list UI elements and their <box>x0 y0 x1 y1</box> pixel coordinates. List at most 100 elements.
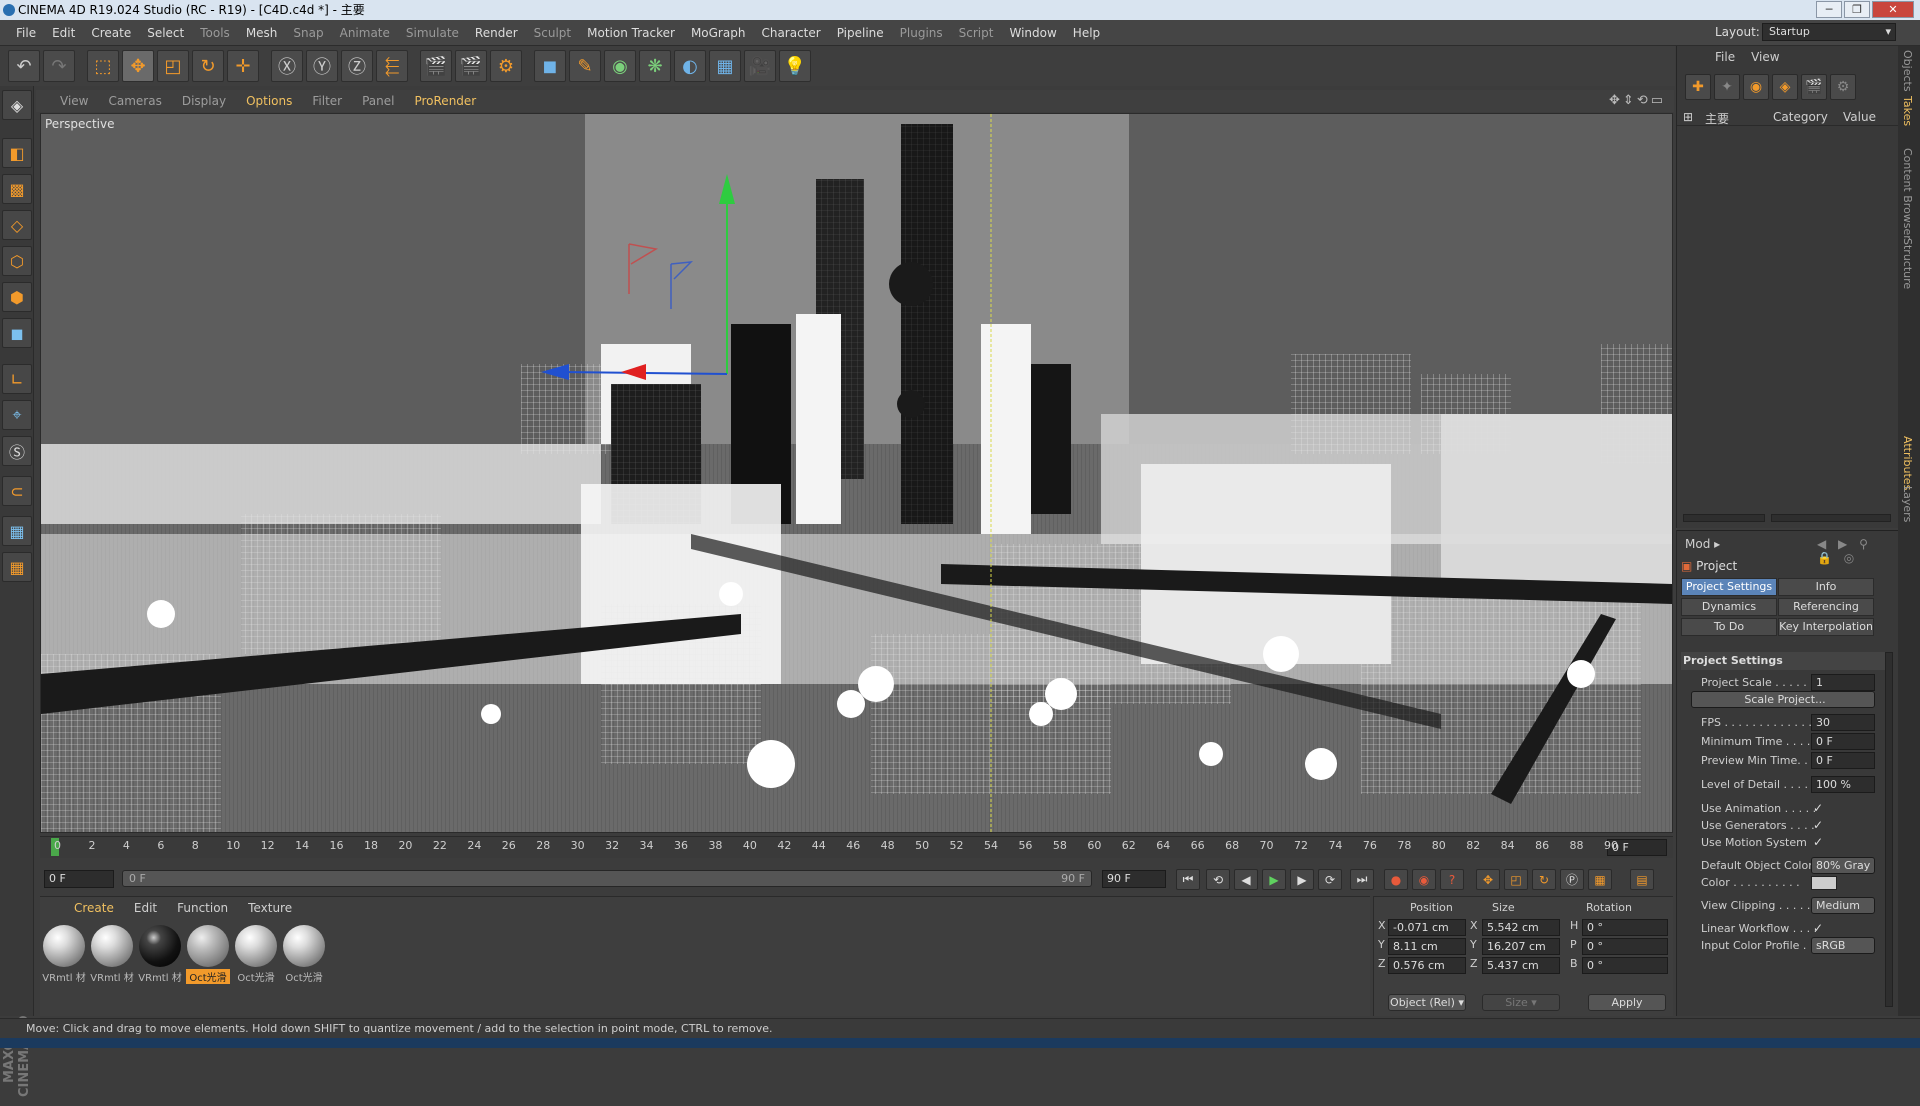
quantize-icon[interactable]: ▦ <box>2 552 32 582</box>
attribute-value-field[interactable]: 0 F <box>1811 752 1875 769</box>
menu-pipeline[interactable]: Pipeline <box>829 26 892 40</box>
auto-take-icon[interactable]: ◉ <box>1743 74 1769 100</box>
camera-icon[interactable]: 🎥 <box>744 50 776 82</box>
menu-tools[interactable]: Tools <box>192 26 238 40</box>
lock-take-icon[interactable]: ⚙ <box>1830 74 1856 100</box>
tab-dynamics[interactable]: Dynamics <box>1681 598 1777 616</box>
material-menu-texture[interactable]: Texture <box>238 901 302 915</box>
position-field[interactable]: 8.11 cm <box>1388 938 1466 955</box>
rotate-tool-icon[interactable]: ↻ <box>192 50 224 82</box>
menu-file[interactable]: File <box>8 26 44 40</box>
project-settings-section-header[interactable]: Project Settings <box>1681 652 1891 670</box>
keyframe-selection-icon[interactable]: ? <box>1440 869 1464 890</box>
take-clone-icon[interactable]: ✦ <box>1714 74 1740 100</box>
end-frame-field[interactable]: 90 F <box>1102 870 1166 888</box>
play-icon[interactable]: ▶ <box>1262 869 1286 890</box>
material-swatch[interactable]: VRmtl 材 <box>90 925 134 984</box>
menu-character[interactable]: Character <box>753 26 828 40</box>
dock-tab-content-browser[interactable]: Content Browser <box>1901 148 1914 240</box>
menu-mograph[interactable]: MoGraph <box>683 26 754 40</box>
menu-simulate[interactable]: Simulate <box>398 26 467 40</box>
go-to-end-icon[interactable]: ⏭ <box>1350 869 1374 890</box>
viewport-menu-panel[interactable]: Panel <box>352 94 404 108</box>
attribute-value-field[interactable]: 0 F <box>1811 733 1875 750</box>
cube-primitive-icon[interactable]: ◼ <box>534 50 566 82</box>
tab-info[interactable]: Info <box>1778 578 1874 596</box>
polygons-mode-icon[interactable]: ◼ <box>2 318 32 348</box>
z-axis-lock-icon[interactable]: Ⓩ <box>341 50 373 82</box>
menu-animate[interactable]: Animate <box>332 26 398 40</box>
menu-render[interactable]: Render <box>467 26 526 40</box>
override-group-icon[interactable]: ◈ <box>1772 74 1798 100</box>
menu-mesh[interactable]: Mesh <box>238 26 286 40</box>
layout-dropdown[interactable]: Startup ▾ <box>1762 23 1896 41</box>
key-pla-icon[interactable]: ▦ <box>1588 869 1612 890</box>
object-menu-view[interactable]: View <box>1743 50 1787 64</box>
menu-help[interactable]: Help <box>1065 26 1108 40</box>
pen-spline-icon[interactable]: ✎ <box>569 50 601 82</box>
deformer-icon[interactable]: ◐ <box>674 50 706 82</box>
dock-tab-attributes[interactable]: Attributes <box>1901 436 1914 490</box>
coordinate-system-icon[interactable]: ⬱ <box>376 50 408 82</box>
attribute-scrollbar[interactable] <box>1885 652 1893 1007</box>
dock-tab-layers[interactable]: Layers <box>1901 486 1914 522</box>
size-field[interactable]: 5.437 cm <box>1482 957 1560 974</box>
material-swatch[interactable]: VRmtl 材 <box>138 925 182 984</box>
workplane-mode-icon[interactable]: ◇ <box>2 210 32 240</box>
viewport-menu-filter[interactable]: Filter <box>302 94 352 108</box>
position-field[interactable]: 0.576 cm <box>1388 957 1466 974</box>
render-settings-icon[interactable]: ⚙ <box>490 50 522 82</box>
menu-sculpt[interactable]: Sculpt <box>526 26 579 40</box>
record-active-icon[interactable]: ● <box>1384 869 1408 890</box>
coordinate-mode-dropdown[interactable]: Object (Rel) ▾ <box>1388 994 1466 1011</box>
horizontal-scrollbar-right[interactable] <box>1771 514 1891 522</box>
attribute-checkbox[interactable]: ✓ <box>1813 921 1823 935</box>
size-field[interactable]: 16.207 cm <box>1482 938 1560 955</box>
material-swatch[interactable]: Oct光滑 <box>234 925 278 984</box>
apply-button[interactable]: Apply <box>1588 994 1666 1011</box>
size-mode-dropdown[interactable]: Size ▾ <box>1482 994 1560 1011</box>
attribute-value-field[interactable]: sRGB <box>1811 937 1875 954</box>
material-menu-create[interactable]: Create <box>64 901 124 915</box>
viewport-menu-view[interactable]: View <box>50 94 98 108</box>
render-view-icon[interactable]: 🎬 <box>420 50 452 82</box>
attribute-value-field[interactable]: 1 <box>1811 674 1875 691</box>
preview-range-slider[interactable]: 0 F 90 F <box>122 870 1092 887</box>
viewport-navigation-icons[interactable]: ✥⇕⟲▭ <box>1609 93 1666 108</box>
render-picture-viewer-icon[interactable]: 🎬 <box>455 50 487 82</box>
redo-icon[interactable]: ↷ <box>43 50 75 82</box>
y-axis-lock-icon[interactable]: Ⓨ <box>306 50 338 82</box>
make-editable-icon[interactable]: ◈ <box>2 90 32 120</box>
material-menu-edit[interactable]: Edit <box>124 901 167 915</box>
menu-plugins[interactable]: Plugins <box>892 26 951 40</box>
axis-mode-icon[interactable]: ∟ <box>2 364 32 394</box>
key-scale-icon[interactable]: ◰ <box>1504 869 1528 890</box>
menu-edit[interactable]: Edit <box>44 26 83 40</box>
size-field[interactable]: 5.542 cm <box>1482 919 1560 936</box>
key-position-icon[interactable]: ✥ <box>1476 869 1500 890</box>
light-icon[interactable]: 💡 <box>779 50 811 82</box>
maximize-button[interactable]: ❐ <box>1844 1 1870 18</box>
viewport-menu-options[interactable]: Options <box>236 94 302 108</box>
timeline-ruler[interactable]: 0 F 0 2 4 6 8 10 12 14 16 18 20 22 24 26 28 30 32 34 36 38 4… <box>40 836 1673 858</box>
attribute-value-field[interactable]: 100 % <box>1811 776 1875 793</box>
menu-snap[interactable]: Snap <box>285 26 331 40</box>
horizontal-scrollbar-left[interactable] <box>1683 514 1765 522</box>
autokey-icon[interactable]: ◉ <box>1412 869 1436 890</box>
edges-mode-icon[interactable]: ⬢ <box>2 282 32 312</box>
workplane-lock-icon[interactable]: ▦ <box>2 516 32 546</box>
attribute-value-field[interactable]: Medium <box>1811 897 1875 914</box>
previous-frame-icon[interactable]: ◀ <box>1234 869 1258 890</box>
move-tool-icon[interactable]: ✥ <box>122 50 154 82</box>
menu-window[interactable]: Window <box>1001 26 1064 40</box>
attribute-checkbox[interactable]: ✓ <box>1813 835 1823 849</box>
tab-to-do[interactable]: To Do <box>1681 618 1777 636</box>
attribute-checkbox[interactable]: ✓ <box>1813 801 1823 815</box>
subdivision-surface-icon[interactable]: ◉ <box>604 50 636 82</box>
main-take-label[interactable]: 主要 <box>1705 110 1729 127</box>
tab-project-settings[interactable]: Project Settings <box>1681 578 1777 596</box>
attribute-nav-icons[interactable]: ◀ ▶ ⚲ 🔒 ◎ <box>1817 537 1898 565</box>
attribute-checkbox[interactable]: ✓ <box>1813 818 1823 832</box>
dock-tab-objects[interactable]: Objects <box>1901 50 1914 92</box>
x-axis-lock-icon[interactable]: Ⓧ <box>271 50 303 82</box>
